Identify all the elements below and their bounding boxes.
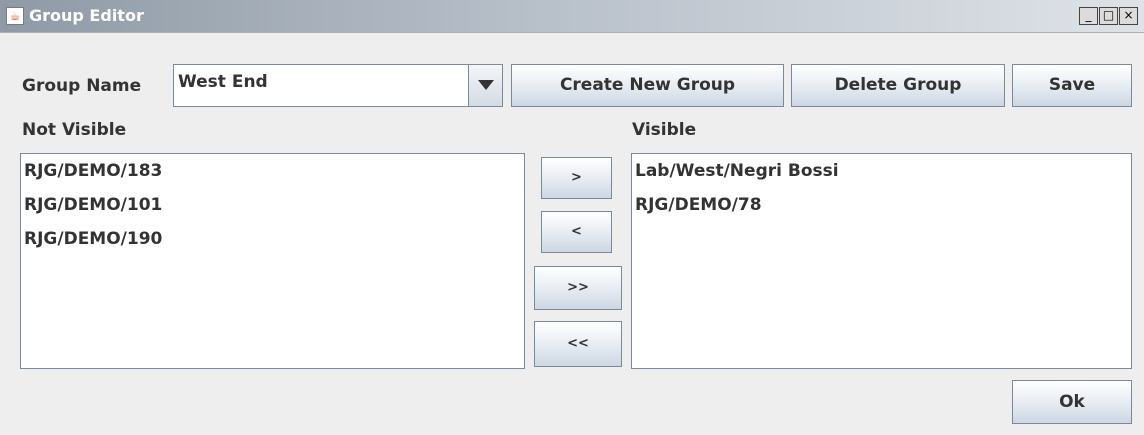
create-new-group-button[interactable]: Create New Group (511, 64, 784, 107)
list-item[interactable]: Lab/West/Negri Bossi (632, 154, 1131, 188)
list-item[interactable]: RJG/DEMO/190 (21, 222, 524, 256)
group-name-label: Group Name (22, 76, 142, 96)
maximize-button[interactable]: □ (1099, 7, 1118, 25)
delete-group-button[interactable]: Delete Group (791, 64, 1005, 107)
java-icon: ☕ (6, 7, 24, 25)
chevron-down-icon (478, 80, 494, 90)
visible-label: Visible (632, 120, 697, 140)
list-item[interactable]: RJG/DEMO/183 (21, 154, 524, 188)
move-all-left-button[interactable]: << (534, 321, 622, 367)
list-item[interactable]: RJG/DEMO/78 (632, 188, 1131, 222)
not-visible-list[interactable]: RJG/DEMO/183 RJG/DEMO/101 RJG/DEMO/190 (20, 153, 525, 369)
not-visible-label: Not Visible (22, 120, 127, 140)
title-bar[interactable]: ☕ Group Editor _ □ × (0, 0, 1144, 33)
group-editor-window: ☕ Group Editor _ □ × Group Name West End… (0, 0, 1144, 435)
group-name-value: West End (178, 72, 268, 92)
minimize-button[interactable]: _ (1079, 7, 1098, 25)
close-button[interactable]: × (1119, 7, 1138, 25)
move-right-button[interactable]: > (541, 157, 612, 199)
window-title: Group Editor (29, 6, 144, 25)
group-name-dropdown[interactable]: West End (173, 64, 503, 107)
visible-list[interactable]: Lab/West/Negri Bossi RJG/DEMO/78 (631, 153, 1132, 369)
list-item[interactable]: RJG/DEMO/101 (21, 188, 524, 222)
move-all-right-button[interactable]: >> (534, 266, 622, 310)
ok-button[interactable]: Ok (1012, 380, 1132, 424)
move-left-button[interactable]: < (541, 211, 612, 253)
dropdown-arrow-button[interactable] (468, 65, 502, 106)
save-button[interactable]: Save (1012, 64, 1132, 107)
